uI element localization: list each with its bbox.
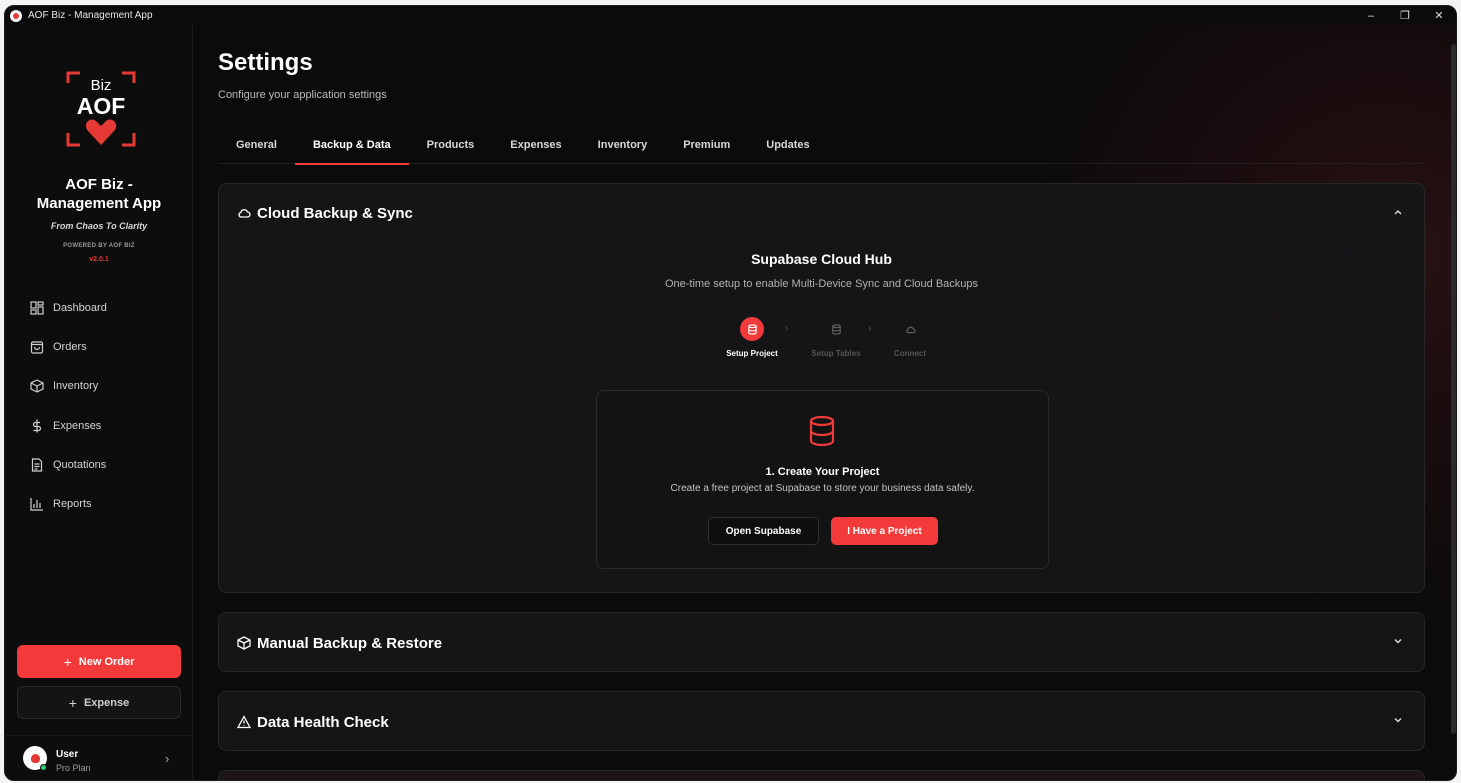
tab-general[interactable]: General — [218, 126, 295, 164]
manual-backup-panel[interactable]: Manual Backup & Restore — [218, 612, 1425, 672]
manual-backup-header: Manual Backup & Restore — [237, 613, 442, 673]
page-title: Settings — [218, 49, 313, 76]
version-label: v2.0.1 — [89, 256, 109, 263]
document-icon — [31, 458, 43, 472]
tab-premium[interactable]: Premium — [665, 126, 748, 164]
chevron-right-icon: › — [165, 751, 170, 766]
data-health-title: Data Health Check — [257, 713, 389, 731]
sidebar-item-label: Reports — [53, 498, 92, 511]
sidebar: Biz AOF AOF Biz - Management App From Ch… — [5, 25, 193, 780]
card-title: 1. Create Your Project — [765, 466, 880, 478]
step-label: Connect — [894, 349, 926, 358]
title-bar: AOF Biz - Management App – ❐ ✕ — [5, 6, 1456, 25]
hub-title: Supabase Cloud Hub — [751, 251, 892, 267]
sidebar-item-dashboard[interactable]: Dashboard — [5, 288, 193, 327]
tab-expenses[interactable]: Expenses — [492, 126, 579, 164]
tab-inventory[interactable]: Inventory — [580, 126, 666, 164]
step-setup-project: Setup Project — [717, 317, 787, 358]
table-icon — [824, 317, 848, 341]
hub-subtitle: One-time setup to enable Multi-Device Sy… — [664, 278, 979, 290]
page-subtitle: Configure your application settings — [218, 89, 387, 101]
sidebar-item-label: Inventory — [53, 380, 99, 393]
expense-label: Expense — [83, 696, 130, 709]
sidebar-item-inventory[interactable]: Inventory — [5, 367, 193, 406]
main-content: Settings Configure your application sett… — [194, 25, 1456, 780]
step-connect: Connect — [875, 317, 945, 358]
database-icon — [740, 317, 764, 341]
manual-backup-title: Manual Backup & Restore — [257, 634, 443, 652]
plus-icon: + — [63, 653, 72, 670]
database-icon — [809, 415, 835, 447]
chevron-down-icon[interactable] — [1392, 714, 1404, 726]
sidebar-item-quotations[interactable]: Quotations — [5, 445, 193, 484]
tab-products[interactable]: Products — [409, 126, 493, 164]
brand-tagline: From Chaos To Clarity — [50, 221, 148, 231]
warning-icon — [237, 715, 251, 729]
user-plan: Pro Plan — [56, 763, 91, 773]
user-profile[interactable]: User Pro Plan › — [5, 735, 193, 780]
create-project-card: 1. Create Your Project Create a free pro… — [596, 390, 1049, 569]
scrollbar[interactable] — [1451, 44, 1456, 734]
data-health-panel[interactable]: Data Health Check — [218, 691, 1425, 751]
online-status-dot — [40, 764, 47, 771]
setup-stepper: Setup Project › Setup Tables › Connect — [717, 317, 937, 358]
settings-tabs: General Backup & Data Products Expenses … — [218, 126, 1425, 165]
user-name: User — [56, 749, 79, 760]
sidebar-item-reports[interactable]: Reports — [5, 484, 193, 523]
bag-icon — [30, 341, 44, 354]
step-label: Setup Project — [726, 349, 778, 358]
sidebar-item-label: Quotations — [53, 458, 107, 471]
app-window: AOF Biz - Management App – ❐ ✕ Biz AOF A… — [4, 5, 1457, 781]
sidebar-item-label: Dashboard — [53, 301, 107, 314]
logo-text-top: Biz — [91, 77, 112, 94]
brand-title-line2: Management App — [36, 195, 162, 212]
step-setup-tables: Setup Tables — [801, 317, 871, 358]
chevron-down-icon[interactable] — [1392, 635, 1404, 647]
cloud-backup-header[interactable]: Cloud Backup & Sync — [237, 184, 413, 242]
aof-biz-logo-icon: Biz AOF — [66, 71, 136, 147]
bar-chart-icon — [30, 498, 43, 511]
cloud-backup-title: Cloud Backup & Sync — [257, 204, 413, 222]
new-order-label: New Order — [78, 655, 135, 668]
sidebar-nav: Dashboard Orders Inventory Expenses Quot… — [5, 288, 193, 524]
box-icon — [237, 636, 251, 650]
logo-text-main: AOF — [77, 93, 126, 119]
box-icon — [30, 379, 44, 393]
data-health-header: Data Health Check — [237, 692, 389, 752]
step-label: Setup Tables — [811, 349, 861, 358]
grid-icon — [30, 301, 44, 315]
cloud-icon — [898, 317, 922, 341]
brand-title: AOF Biz - Management App — [5, 175, 193, 213]
sidebar-item-orders[interactable]: Orders — [5, 327, 193, 366]
next-panel — [218, 770, 1425, 780]
sidebar-item-expenses[interactable]: Expenses — [5, 406, 193, 445]
chevron-up-icon[interactable] — [1392, 206, 1404, 218]
window-title: AOF Biz - Management App — [28, 10, 153, 21]
cloud-icon — [238, 209, 251, 218]
add-expense-button[interactable]: + Expense — [17, 686, 181, 719]
sidebar-item-label: Orders — [53, 340, 87, 353]
card-description: Create a free project at Supabase to sto… — [670, 483, 975, 494]
cloud-backup-panel: Cloud Backup & Sync Supabase Cloud Hub O… — [218, 183, 1425, 593]
chevron-right-icon: › — [868, 323, 872, 334]
app-logo-icon — [10, 9, 22, 22]
plus-icon: + — [68, 694, 77, 711]
close-button[interactable]: ✕ — [1422, 6, 1456, 25]
open-supabase-button[interactable]: Open Supabase — [708, 517, 819, 545]
brand-title-line1: AOF Biz - — [65, 176, 133, 193]
minimize-button[interactable]: – — [1354, 6, 1388, 25]
dollar-icon — [32, 419, 42, 433]
have-project-button[interactable]: I Have a Project — [831, 517, 938, 545]
new-order-button[interactable]: + New Order — [17, 645, 181, 678]
tab-backup-data[interactable]: Backup & Data — [294, 126, 409, 165]
powered-by: POWERED BY AOF BIZ — [63, 243, 135, 249]
window-controls: – ❐ ✕ — [1354, 6, 1456, 25]
maximize-button[interactable]: ❐ — [1388, 6, 1422, 25]
chevron-right-icon: › — [785, 323, 789, 334]
tab-updates[interactable]: Updates — [748, 126, 827, 164]
sidebar-item-label: Expenses — [53, 419, 102, 432]
